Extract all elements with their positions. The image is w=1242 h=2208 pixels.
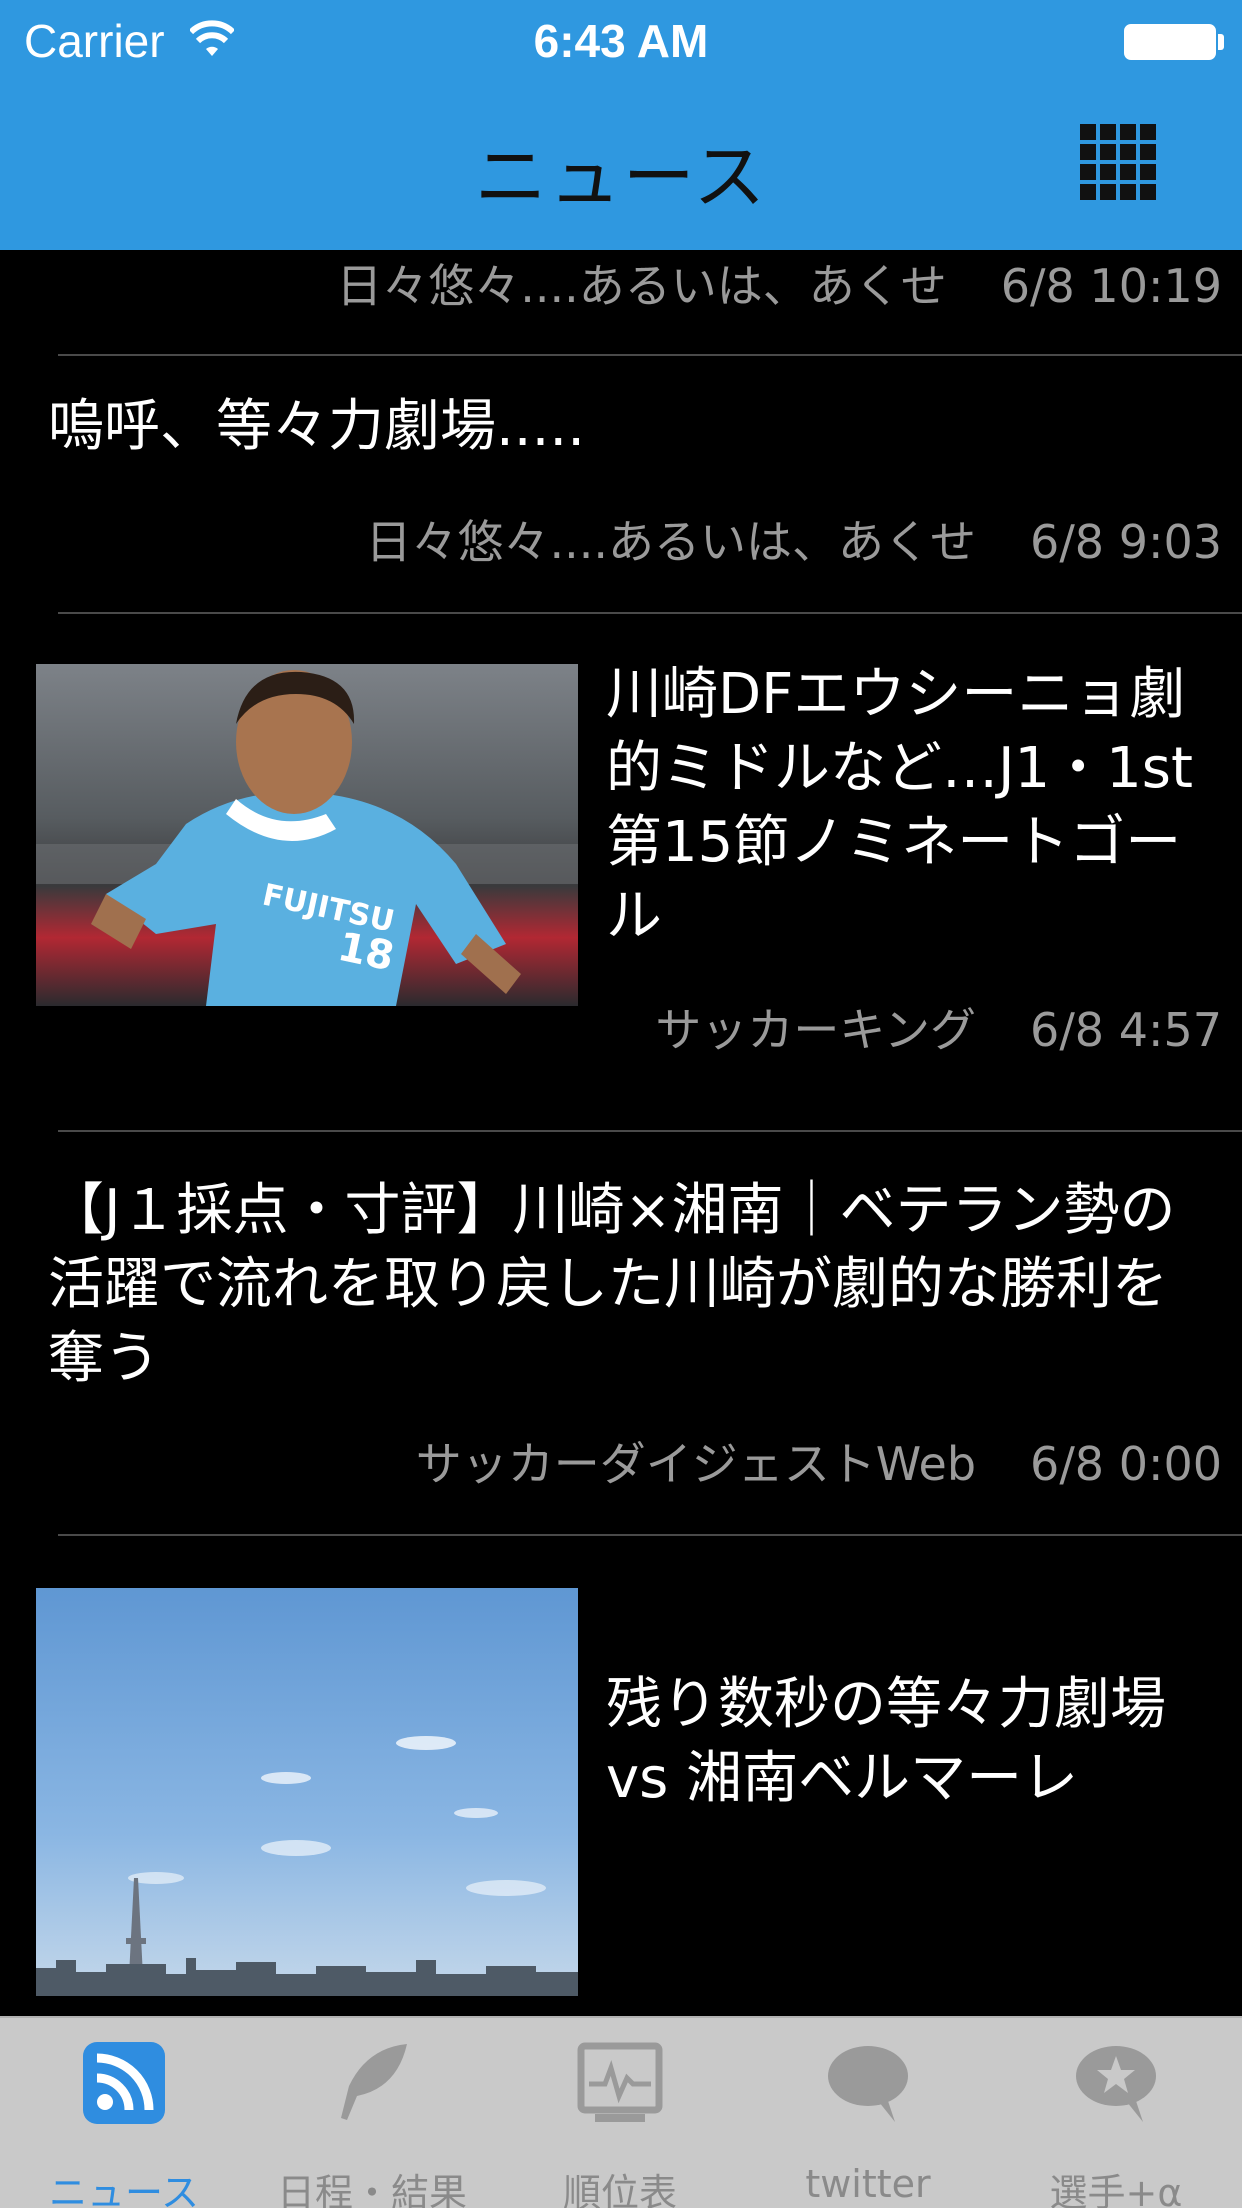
- soccer-player-photo: FUJITSU 18: [36, 664, 578, 1006]
- tab-news[interactable]: ニュース: [0, 2018, 248, 2208]
- chart-monitor-icon: [577, 2042, 663, 2122]
- news-source: 日々悠々....あるいは、あくせ: [336, 259, 947, 313]
- tab-twitter[interactable]: twitter: [744, 2018, 992, 2208]
- news-source: 日々悠々....あるいは、あくせ: [365, 515, 977, 569]
- news-item[interactable]: 【J１採点・寸評】川崎×湘南｜ベテラン勢の活躍で流れを取り戻した川崎が劇的な勝利…: [0, 1132, 1242, 1532]
- feather-icon: [341, 2044, 407, 2120]
- tab-label: twitter: [805, 2162, 931, 2206]
- news-title: 川崎DFエウシーニョ劇的ミドルなど…J1・1st第15節ノミネートゴール: [606, 662, 1193, 949]
- news-time: 6/8 0:00: [1030, 1437, 1222, 1491]
- tab-bar: ニュース 日程・結果 順位表 twitter 選手+α: [0, 2016, 1242, 2208]
- speech-bubble-icon: [828, 2046, 908, 2122]
- news-time: 6/8 10:19: [1000, 259, 1222, 313]
- status-bar: Carrier 6:43 AM: [0, 0, 1242, 84]
- news-time: 6/8 9:03: [1030, 515, 1222, 569]
- news-source: サッカーキング: [655, 1003, 977, 1057]
- news-meta: サッカーキング 6/8 4:57: [655, 994, 1222, 1060]
- tab-label: 日程・結果: [276, 2171, 467, 2208]
- news-meta: サッカーダイジェストWeb 6/8 0:00: [416, 1428, 1222, 1494]
- news-list[interactable]: 日々悠々....あるいは、あくせ 6/8 10:19 嗚呼、等々力劇場..... …: [0, 250, 1242, 2016]
- sky-city-photo: [36, 1588, 578, 1996]
- tab-label: ニュース: [48, 2171, 200, 2208]
- news-meta: 日々悠々....あるいは、あくせ 6/8 10:19: [336, 250, 1222, 316]
- tab-label: 選手+α: [1049, 2171, 1183, 2208]
- news-title: 嗚呼、等々力劇場.....: [48, 394, 586, 459]
- news-meta: 日々悠々....あるいは、あくせ 6/8 9:03: [366, 506, 1222, 572]
- tab-standings[interactable]: 順位表: [496, 2018, 744, 2208]
- tab-label: 順位表: [562, 2171, 677, 2208]
- news-item[interactable]: 残り数秒の等々力劇場 vs 湘南ベルマーレ: [0, 1536, 1242, 2016]
- news-item[interactable]: 嗚呼、等々力劇場..... 日々悠々....あるいは、あくせ 6/8 9:03: [0, 356, 1242, 612]
- news-thumbnail: FUJITSU 18: [36, 664, 578, 1006]
- battery-icon: [1124, 24, 1216, 60]
- news-title: 【J１採点・寸評】川崎×湘南｜ベテラン勢の活躍で流れを取り戻した川崎が劇的な勝利…: [48, 1178, 1176, 1391]
- news-time: 6/8 4:57: [1030, 1003, 1222, 1057]
- status-time: 6:43 AM: [533, 15, 709, 67]
- news-title: 残り数秒の等々力劇場 vs 湘南ベルマーレ: [606, 1672, 1222, 1811]
- tab-players[interactable]: 選手+α: [992, 2018, 1240, 2208]
- page-title: ニュース: [474, 135, 768, 219]
- grid-menu-icon[interactable]: [1080, 124, 1158, 202]
- rss-icon: [83, 2042, 165, 2124]
- navigation-bar: Carrier 6:43 AM ニュース: [0, 0, 1242, 250]
- news-thumbnail: [36, 1588, 578, 1996]
- tab-schedule[interactable]: 日程・結果: [248, 2018, 496, 2208]
- news-item[interactable]: 日々悠々....あるいは、あくせ 6/8 10:19: [0, 250, 1242, 354]
- news-source: サッカーダイジェストWeb: [415, 1437, 977, 1491]
- battery-tip: [1218, 34, 1224, 50]
- star-bubble-icon: [1076, 2046, 1156, 2122]
